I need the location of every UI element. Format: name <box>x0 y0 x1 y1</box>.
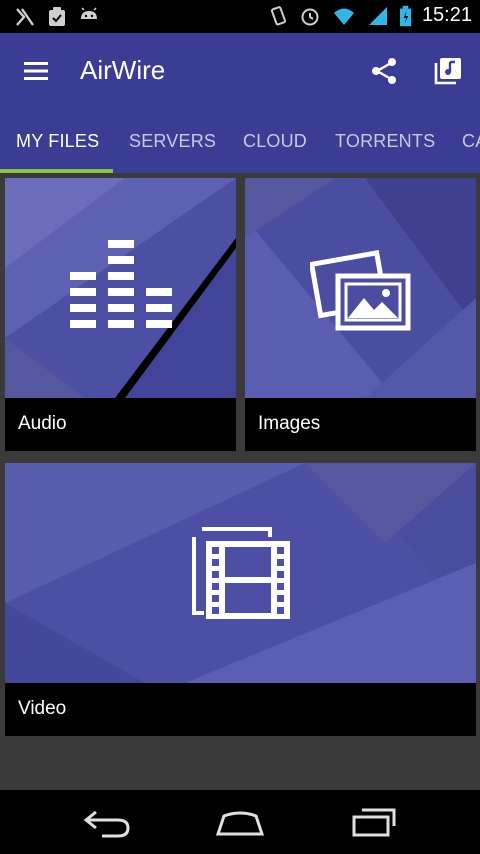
music-library-icon[interactable] <box>432 55 464 87</box>
tab-torrents[interactable]: TORRENTS <box>335 131 435 152</box>
app-bar: AirWire MY FILES SERVERS CLOUD TORRENTS … <box>0 33 480 173</box>
android-notification-icon <box>81 7 97 19</box>
images-label: Images <box>258 413 321 434</box>
audio-label: Audio <box>18 413 67 434</box>
twitter-notification-icon <box>16 8 34 26</box>
video-caption: Video <box>5 683 476 736</box>
tab-my-files[interactable]: MY FILES <box>16 131 99 152</box>
tab-indicator <box>0 169 113 173</box>
home-icon[interactable] <box>214 806 266 838</box>
recent-apps-icon[interactable] <box>348 806 400 838</box>
tab-bar: MY FILES SERVERS CLOUD TORRENTS CA <box>0 117 480 173</box>
equalizer-icon <box>70 240 172 328</box>
navigation-bar <box>0 790 480 854</box>
video-tile[interactable]: Video <box>5 463 476 736</box>
app-title: AirWire <box>80 55 166 85</box>
tab-partial[interactable]: CA <box>462 131 480 152</box>
clock: 15:21 <box>421 4 472 26</box>
tab-cloud[interactable]: CLOUD <box>243 131 307 152</box>
menu-icon[interactable] <box>22 58 50 84</box>
status-bar: 15:21 <box>0 0 480 33</box>
film-icon <box>192 527 290 619</box>
clipboard-notification-icon <box>49 7 65 26</box>
images-icon <box>310 249 411 331</box>
images-tile[interactable]: Images <box>245 178 476 451</box>
signal-icon <box>368 6 387 25</box>
audio-tile[interactable]: Audio <box>5 178 236 451</box>
audio-caption: Audio <box>5 398 236 451</box>
images-caption: Images <box>245 398 476 451</box>
battery-icon <box>399 5 412 26</box>
back-icon[interactable] <box>82 806 134 838</box>
video-label: Video <box>18 698 67 719</box>
vibrate-icon <box>270 5 286 25</box>
alarm-icon <box>301 8 319 25</box>
tab-servers[interactable]: SERVERS <box>129 131 216 152</box>
share-icon[interactable] <box>368 55 400 87</box>
wifi-icon <box>333 8 354 25</box>
